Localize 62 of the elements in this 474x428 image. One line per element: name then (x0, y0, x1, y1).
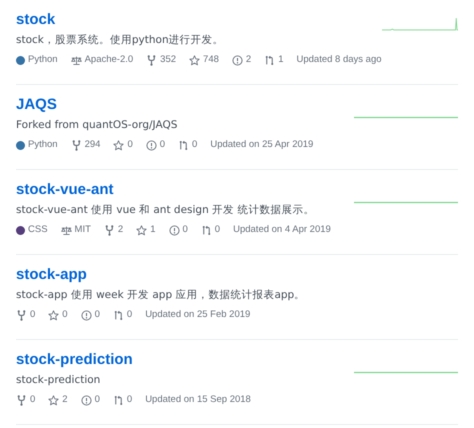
scale-icon (60, 224, 72, 236)
issue-count[interactable]: 0 (94, 308, 100, 322)
fork-icon (104, 224, 115, 236)
pull-request-icon (178, 140, 190, 150)
issue-icon (168, 224, 180, 236)
issue-count[interactable]: 0 (160, 138, 166, 152)
star-icon (189, 54, 200, 66)
star-count[interactable]: 748 (203, 53, 219, 67)
pull-request-icon (264, 54, 276, 66)
pull-request-count[interactable]: 1 (278, 53, 284, 67)
fork-icon (146, 54, 158, 66)
pull-request-count[interactable]: 0 (126, 308, 132, 322)
updated-time: Updated on 15 Sep 2018 (145, 393, 251, 407)
issue-count[interactable]: 2 (246, 53, 252, 67)
star-icon (48, 310, 60, 320)
star-icon (48, 394, 60, 406)
fork-count[interactable]: 0 (30, 393, 36, 407)
star-count[interactable]: 0 (62, 308, 68, 322)
updated-time: Updated 8 days ago (296, 53, 382, 67)
repository-link[interactable]: stock (16, 10, 56, 30)
repository-link[interactable]: stock-prediction (16, 350, 133, 370)
issue-icon (232, 54, 243, 66)
repository-link[interactable]: stock-vue-ant (16, 180, 114, 200)
repository-description: stock-app 使用 week 开发 app 应用，数据统计报表app。 (16, 288, 306, 303)
fork-count[interactable]: 0 (30, 308, 36, 322)
pull-request-icon (112, 310, 124, 320)
repository-description: Forked from quantOS-org/JAQS (16, 118, 178, 133)
issue-icon (146, 140, 157, 150)
star-icon (136, 224, 148, 236)
updated-time: Updated on 4 Apr 2019 (233, 223, 331, 237)
fork-count[interactable]: 294 (84, 138, 100, 152)
license-label: Apache-2.0 (84, 53, 134, 67)
license-label: MIT (74, 223, 91, 237)
pull-request-count[interactable]: 0 (126, 393, 132, 407)
pull-request-count[interactable]: 0 (192, 138, 198, 152)
repository-description: stock-prediction (16, 373, 102, 388)
repository-description: stock-vue-ant 使用 vue 和 ant design 开发 统计数据展示。 (16, 203, 316, 218)
repository-description: stock，股票系统。使用python进行开发。 (16, 33, 225, 48)
star-count[interactable]: 1 (150, 223, 156, 237)
fork-icon (70, 140, 82, 150)
repository-link[interactable]: JAQS (16, 95, 57, 115)
fork-count[interactable]: 352 (160, 53, 176, 67)
fork-count[interactable]: 2 (118, 223, 124, 237)
issue-count[interactable]: 0 (94, 393, 100, 407)
pull-request-icon (200, 224, 212, 236)
updated-time: Updated on 25 Feb 2019 (145, 308, 250, 322)
issue-icon (80, 310, 92, 320)
scale-icon (70, 54, 82, 66)
issue-count[interactable]: 0 (182, 223, 188, 237)
star-icon (113, 140, 124, 150)
pull-request-count[interactable]: 0 (214, 223, 220, 237)
updated-time: Updated on 25 Apr 2019 (210, 138, 314, 152)
pull-request-icon (112, 394, 124, 406)
issue-icon (80, 394, 92, 406)
language-label: Python (28, 53, 58, 67)
language-label: Python (28, 138, 58, 152)
star-count[interactable]: 2 (62, 393, 68, 407)
repository-link[interactable]: stock-app (16, 265, 87, 285)
language-label: CSS (28, 223, 48, 237)
fork-icon (16, 310, 27, 320)
fork-icon (16, 394, 27, 406)
star-count[interactable]: 0 (127, 138, 133, 152)
